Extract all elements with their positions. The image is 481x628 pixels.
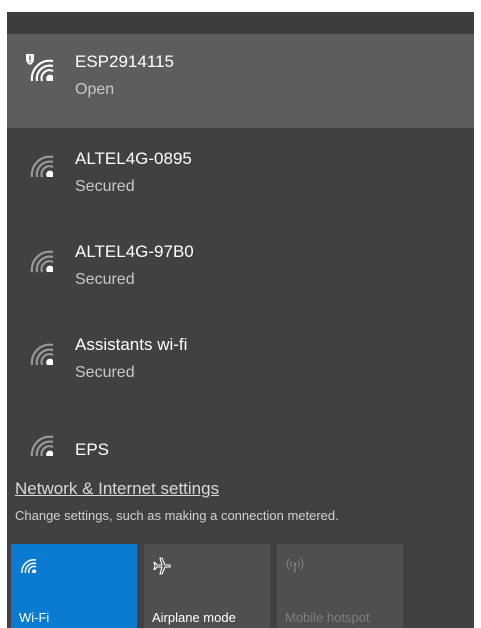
network-status: Secured [75, 271, 135, 288]
network-status: Open [75, 81, 115, 98]
tile-label: Mobile hotspot [285, 610, 370, 625]
network-item-eps[interactable]: EPS [7, 411, 474, 467]
network-internet-settings-link[interactable]: Network & Internet settings [15, 479, 219, 499]
settings-description: Change settings, such as making a connec… [15, 508, 339, 523]
network-item-altel4g-97b0[interactable]: ALTEL4G-97B0 Secured [7, 225, 474, 319]
wifi-toggle-tile[interactable]: Wi-Fi [11, 544, 137, 628]
wifi-icon [24, 243, 58, 277]
network-name: ALTEL4G-97B0 [75, 242, 194, 261]
wifi-icon [24, 428, 58, 456]
network-name: EPS [75, 440, 110, 459]
list-top-edge [7, 12, 474, 34]
hotspot-icon [285, 556, 305, 576]
network-name: ALTEL4G-0895 [75, 149, 192, 168]
network-item-altel4g-0895[interactable]: ALTEL4G-0895 Secured [7, 132, 474, 226]
airplane-icon [152, 556, 172, 576]
tile-label: Wi-Fi [19, 610, 50, 625]
wifi-icon [19, 556, 39, 576]
network-name: ESP2914115 [75, 52, 174, 71]
wifi-icon [24, 336, 58, 370]
network-name: Assistants wi-fi [75, 335, 188, 354]
wifi-shield-icon [24, 52, 58, 86]
mobile-hotspot-tile[interactable]: Mobile hotspot [277, 544, 403, 628]
wifi-icon [24, 148, 58, 182]
network-status: Secured [75, 364, 135, 381]
tile-label: Airplane mode [152, 610, 236, 625]
airplane-mode-tile[interactable]: Airplane mode [144, 544, 270, 628]
network-status: Secured [75, 178, 135, 195]
network-item-esp2914115[interactable]: ESP2914115 Open [7, 34, 474, 128]
network-flyout: ESP2914115 Open ALTEL4G-0895 Secured ALT… [7, 12, 474, 628]
network-item-assistants-wi-fi[interactable]: Assistants wi-fi Secured [7, 318, 474, 412]
